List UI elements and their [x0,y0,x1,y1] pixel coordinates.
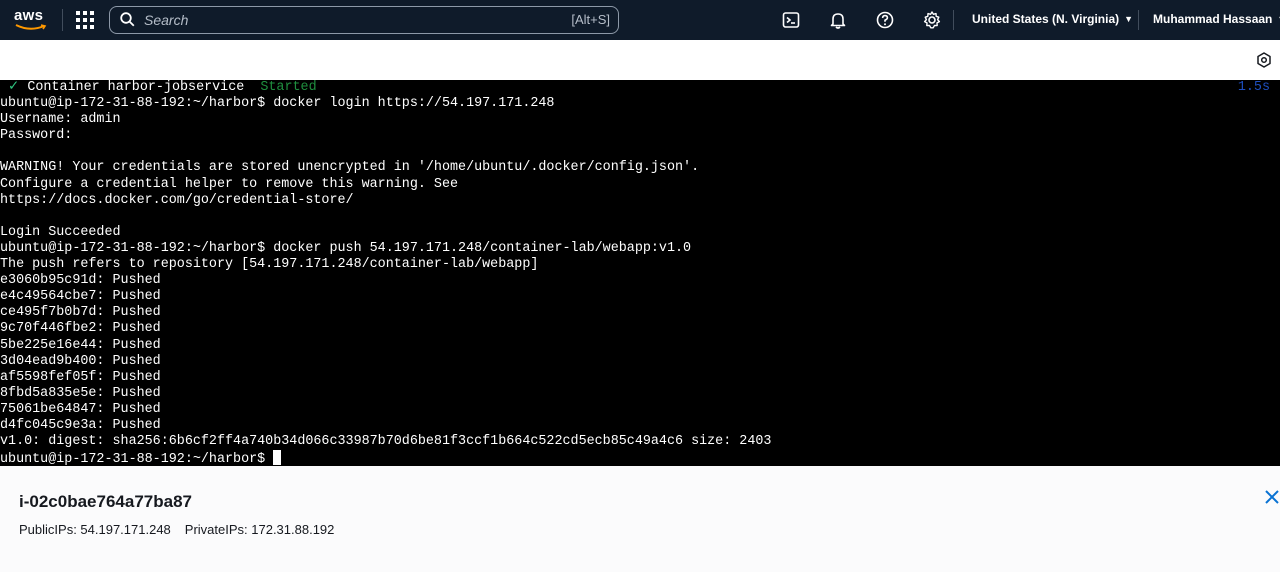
terminal-line: ubuntu@ip-172-31-88-192:~/harbor$ docker… [0,240,692,256]
terminal-output: ✓ Container harbor-jobservice Started ub… [0,80,772,468]
public-ips: PublicIPs: 54.197.171.248 [19,522,171,537]
aws-logo[interactable]: aws [14,7,50,33]
help-icon[interactable] [875,10,895,30]
instance-ips: PublicIPs: 54.197.171.248 PrivateIPs: 172… [19,522,334,537]
nav-divider [62,9,63,31]
terminal-line: e3060b95c91d: Pushed [0,273,161,289]
search-shortcut-hint: [Alt+S] [571,12,610,27]
terminal-line: The push refers to repository [54.197.17… [0,257,539,273]
account-name: Muhammad Hassaan [1153,12,1273,26]
terminal-line: af5598fef05f: Pushed [0,369,161,385]
terminal-prompt-line[interactable]: ubuntu@ip-172-31-88-192:~/harbor$ [0,450,771,468]
region-selector[interactable]: United States (N. Virginia) ▼ [972,12,1133,26]
terminal-line: 3d04ead9b400: Pushed [0,353,161,369]
terminal-line: 5be225e16e44: Pushed [0,337,161,353]
search-box[interactable]: [Alt+S] [109,6,619,34]
nav-divider [953,10,954,30]
terminal-line: https://docs.docker.com/go/credential-st… [0,192,354,208]
terminal-line: Configure a credential helper to remove … [0,176,459,192]
terminal-window[interactable]: ✓ Container harbor-jobservice Started ub… [0,80,1280,468]
terminal-line: Username: admin [0,112,121,128]
gear-icon[interactable] [922,10,942,30]
terminal-line: d4fc045c9e3a: Pushed [0,417,161,433]
private-ips: PrivateIPs: 172.31.88.192 [184,522,335,537]
shell-prompt: ubuntu@ip-172-31-88-192:~/harbor$ [0,452,266,468]
session-toolbar [0,40,1280,80]
search-input[interactable] [144,11,544,29]
text-cursor [273,450,282,466]
terminal-line: ubuntu@ip-172-31-88-192:~/harbor$ docker… [0,96,555,112]
terminal-line: WARNING! Your credentials are stored une… [0,160,700,176]
check-icon: ✓ [8,80,20,95]
terminal-line: 75061be64847: Pushed [0,401,161,417]
terminal-line: Password: [0,128,73,144]
terminal-line: ✓ Container harbor-jobservice Started [0,80,771,96]
nav-divider [1138,10,1139,30]
terminal-line: 9c70f446fbe2: Pushed [0,321,161,337]
caret-down-icon: ▼ [1124,14,1134,24]
region-label: United States (N. Virginia) [972,12,1120,26]
terminal-line: v1.0: digest: sha256:6b6cf2ff4a740b34d06… [0,434,772,450]
search-icon [120,12,135,27]
bell-icon[interactable] [828,10,848,30]
terminal-line: ce495f7b0b7d: Pushed [0,305,161,321]
container-status-text: Container harbor-jobservice [19,80,261,95]
instance-info-panel: i-02c0bae764a77ba87 PublicIPs: 54.197.17… [0,466,1280,572]
terminal-line: Login Succeeded [0,224,121,240]
aws-logo-text: aws [14,7,44,24]
cloudshell-icon[interactable] [781,10,801,30]
top-navigation-bar: aws [Alt+S] United States (N. Vir [0,0,1280,40]
started-status: Started [260,80,317,95]
elapsed-time: 1.5s [1237,80,1270,95]
services-grid-icon[interactable] [76,11,94,29]
terminal-line: e4c49564cbe7: Pushed [0,289,161,305]
terminal-line: 8fbd5a835e5e: Pushed [0,385,161,401]
close-icon[interactable] [1264,489,1280,505]
account-menu[interactable]: Muhammad Hassaan▼ [1153,12,1280,26]
aws-smile-icon [15,24,47,30]
session-settings-icon[interactable] [1256,52,1272,68]
instance-id: i-02c0bae764a77ba87 [19,492,192,511]
